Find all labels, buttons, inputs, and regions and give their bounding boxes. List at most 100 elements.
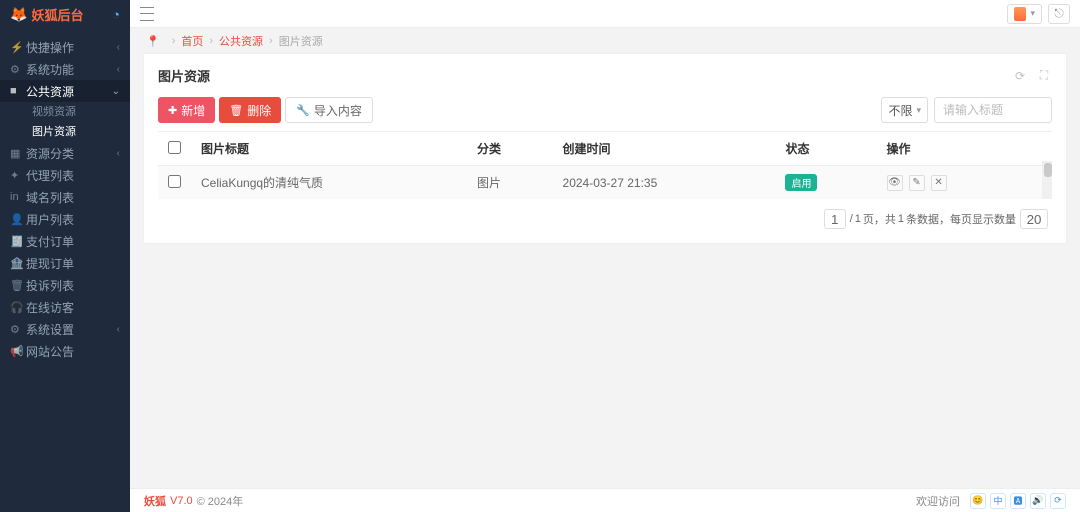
- pager-text: 页，共: [863, 211, 896, 227]
- nav-quick[interactable]: ⚡快捷操作‹: [0, 36, 130, 58]
- chevron-down-icon: ▾: [1030, 8, 1035, 19]
- footer-copy: © 2024年: [197, 493, 244, 509]
- sidebar: 🦊 妖狐后台 ◔ ⚡快捷操作‹ ⚙系统功能‹ ■公共资源⌄ 视频资源 图片资源 …: [0, 0, 130, 512]
- menu-toggle[interactable]: [140, 7, 154, 21]
- main: ▾ ⎋ 📍 › 首页 › 公共资源 › 图片资源 图片资源 ⟳ ⛶ ✚新: [130, 0, 1080, 512]
- breadcrumb: 📍 › 首页 › 公共资源 › 图片资源: [130, 28, 1080, 54]
- search-input[interactable]: [934, 97, 1052, 123]
- toolbar: ✚新增 🗑删除 🔧导入内容 不限 ▾: [158, 97, 1052, 123]
- chip-emoji-icon[interactable]: 😊: [970, 493, 986, 509]
- nav-site-notice[interactable]: 📢网站公告: [0, 340, 130, 362]
- footer-welcome: 欢迎访问: [916, 493, 960, 509]
- megaphone-icon: 📢: [10, 345, 26, 358]
- col-category: 分类: [467, 132, 553, 166]
- trash-icon: 🗑: [10, 279, 26, 292]
- view-icon[interactable]: 👁: [887, 175, 903, 191]
- star-icon: ✦: [10, 169, 26, 182]
- footer-version: V7.0: [170, 495, 193, 507]
- chip-font-icon[interactable]: 🅰: [1010, 493, 1026, 509]
- brand-logo: 🦊 妖狐后台 ◔: [0, 0, 130, 28]
- chevron-down-icon: ▾: [916, 105, 921, 116]
- nav-pay-order[interactable]: 🧾支付订单: [0, 230, 130, 252]
- wrench-icon: 🔧: [296, 104, 310, 117]
- nav-sub-image[interactable]: 图片资源: [0, 122, 130, 142]
- grid-icon: ▦: [10, 147, 26, 160]
- pager-text: 条数据，每页显示数量: [906, 211, 1016, 227]
- page-input[interactable]: [824, 209, 846, 229]
- nav-online-visitor[interactable]: 🎧在线访客: [0, 296, 130, 318]
- delete-button[interactable]: 🗑删除: [219, 97, 281, 123]
- cell-created: 2024-03-27 21:35: [553, 166, 776, 200]
- crumb-current: 图片资源: [279, 33, 323, 49]
- brand-text: 妖狐后台: [31, 5, 83, 24]
- camera-icon: ■: [10, 85, 26, 97]
- avatar-icon: [1014, 7, 1026, 21]
- footer-brand: 妖狐: [144, 493, 166, 509]
- chip-ime-icon[interactable]: 中: [990, 493, 1006, 509]
- scrollbar-track[interactable]: [1042, 161, 1052, 199]
- nav: ⚡快捷操作‹ ⚙系统功能‹ ■公共资源⌄ 视频资源 图片资源 ▦资源分类‹ ✦代…: [0, 28, 130, 512]
- breadcrumb-sep: ›: [172, 35, 176, 47]
- fullscreen-icon[interactable]: ⛶: [1036, 68, 1052, 84]
- footer: 妖狐 V7.0 © 2024年 欢迎访问 😊 中 🅰 🔊 ⟳: [130, 488, 1080, 512]
- logout-button[interactable]: ⎋: [1048, 4, 1070, 24]
- breadcrumb-sep: ›: [269, 35, 273, 47]
- plus-icon: ✚: [168, 104, 177, 117]
- data-table: 图片标题 分类 创建时间 状态 操作 CeliaKungq的清纯气质 图片: [158, 131, 1052, 199]
- filter-select[interactable]: 不限 ▾: [881, 97, 928, 123]
- user-icon: 👤: [10, 213, 26, 226]
- gear-icon: ⚙: [10, 323, 26, 336]
- chip-refresh-icon[interactable]: ⟳: [1050, 493, 1066, 509]
- breadcrumb-sep: ›: [209, 35, 213, 47]
- col-status: 状态: [775, 132, 876, 166]
- import-button[interactable]: 🔧导入内容: [285, 97, 373, 123]
- nav-complaint-list[interactable]: 🗑投诉列表: [0, 274, 130, 296]
- col-actions: 操作: [877, 132, 1032, 166]
- crumb-home[interactable]: 首页: [181, 33, 203, 49]
- cell-title: CeliaKungq的清纯气质: [191, 166, 467, 200]
- cell-category: 图片: [467, 166, 553, 200]
- in-icon: in: [10, 191, 26, 203]
- row-actions: 👁 ✎ ✕: [887, 175, 1022, 191]
- page-size-input[interactable]: [1020, 209, 1048, 229]
- fox-icon: 🦊: [10, 6, 27, 23]
- col-title: 图片标题: [191, 132, 467, 166]
- nav-user-list[interactable]: 👤用户列表: [0, 208, 130, 230]
- nav-sub-video[interactable]: 视频资源: [0, 102, 130, 122]
- flame-icon: ◔: [112, 7, 120, 22]
- total-rows: 1: [898, 213, 904, 225]
- nav-system-func[interactable]: ⚙系统功能‹: [0, 58, 130, 80]
- bank-icon: 🏦: [10, 257, 26, 270]
- refresh-icon[interactable]: ⟳: [1012, 68, 1028, 84]
- nav-domain-list[interactable]: in域名列表: [0, 186, 130, 208]
- nav-withdraw-order[interactable]: 🏦提现订单: [0, 252, 130, 274]
- gear-icon: ⚙: [10, 63, 26, 76]
- total-pages: 1: [855, 213, 861, 225]
- topbar: ▾ ⎋: [130, 0, 1080, 28]
- bolt-icon: ⚡: [10, 41, 26, 54]
- pager-sep: /: [850, 213, 853, 225]
- pin-icon: 📍: [146, 35, 160, 48]
- panel: 图片资源 ⟳ ⛶ ✚新增 🗑删除 🔧导入内容 不限 ▾: [144, 54, 1066, 243]
- nav-public-resources[interactable]: ■公共资源⌄: [0, 80, 130, 102]
- panel-title: 图片资源: [158, 66, 210, 85]
- select-all-checkbox[interactable]: [168, 141, 181, 154]
- delete-icon[interactable]: ✕: [931, 175, 947, 191]
- crumb-public-resources[interactable]: 公共资源: [219, 33, 263, 49]
- row-checkbox[interactable]: [168, 175, 181, 188]
- pagination: / 1 页，共 1 条数据，每页显示数量: [158, 199, 1052, 231]
- trash-icon: 🗑: [229, 104, 243, 117]
- nav-resource-category[interactable]: ▦资源分类‹: [0, 142, 130, 164]
- scrollbar-thumb[interactable]: [1044, 163, 1052, 177]
- edit-icon[interactable]: ✎: [909, 175, 925, 191]
- status-badge: 启用: [785, 174, 817, 191]
- col-created: 创建时间: [553, 132, 776, 166]
- receipt-icon: 🧾: [10, 235, 26, 248]
- power-icon: ⎋: [1054, 6, 1064, 21]
- table-row: CeliaKungq的清纯气质 图片 2024-03-27 21:35 启用 👁…: [158, 166, 1052, 200]
- nav-agent-list[interactable]: ✦代理列表: [0, 164, 130, 186]
- nav-system-settings[interactable]: ⚙系统设置‹: [0, 318, 130, 340]
- add-button[interactable]: ✚新增: [158, 97, 215, 123]
- user-menu[interactable]: ▾: [1007, 4, 1042, 24]
- chip-sound-icon[interactable]: 🔊: [1030, 493, 1046, 509]
